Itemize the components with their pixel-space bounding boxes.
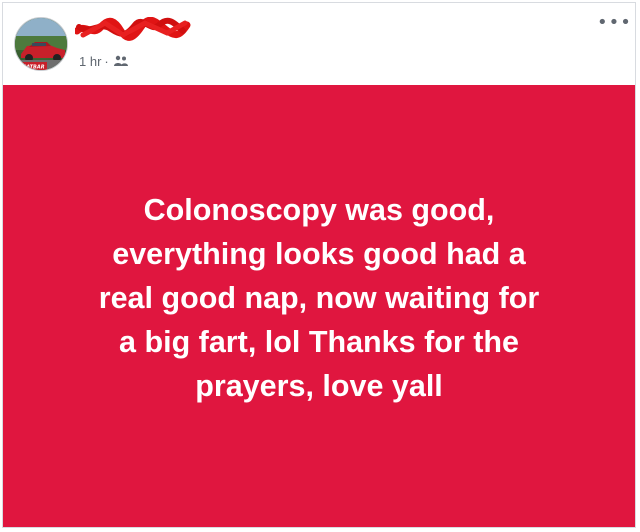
avatar-car-image: BEATBAR <box>15 18 67 71</box>
svg-text:BEATBAR: BEATBAR <box>19 65 45 71</box>
post-status-background: Colonoscopy was good, everything looks g… <box>3 85 635 527</box>
redaction-scribble <box>73 16 191 41</box>
author-name-redacted[interactable] <box>73 16 195 43</box>
post-timestamp[interactable]: 1 hr <box>79 54 101 69</box>
friends-icon[interactable] <box>113 55 128 67</box>
post-header: BEATBAR 1 hr · ••• <box>3 3 635 85</box>
meta-separator: · <box>104 53 109 69</box>
status-text: Colonoscopy was good, everything looks g… <box>98 193 540 403</box>
more-options-icon[interactable]: ••• <box>597 11 631 35</box>
facebook-post: BEATBAR 1 hr · ••• Colonoscopy was good,… <box>2 2 636 528</box>
post-meta: 1 hr · <box>79 53 128 69</box>
avatar[interactable]: BEATBAR <box>14 17 68 71</box>
